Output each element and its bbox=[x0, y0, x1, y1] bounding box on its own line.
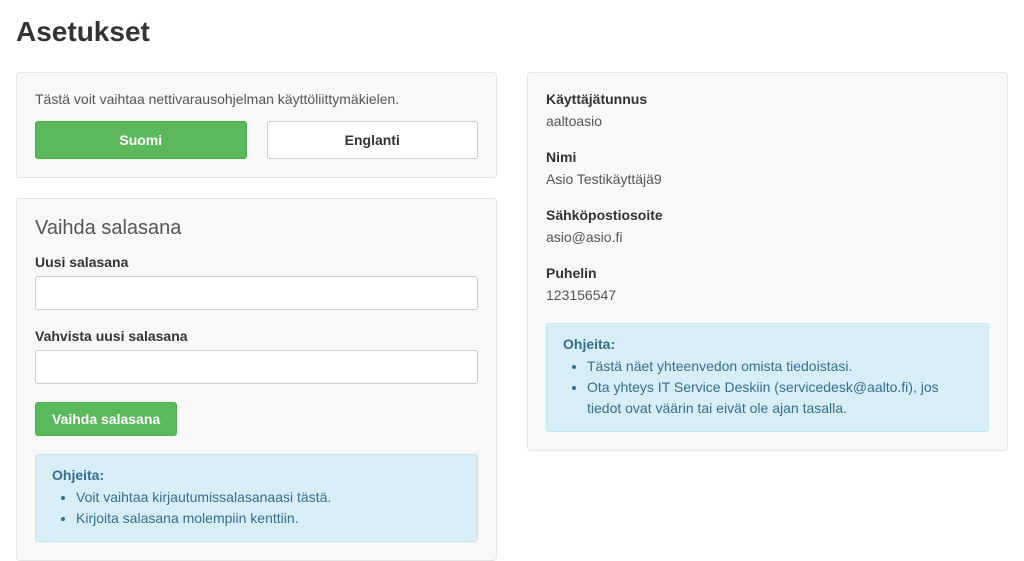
page-title: Asetukset bbox=[16, 16, 1008, 48]
username-value: aaltoasio bbox=[546, 113, 989, 129]
password-help-item: Voit vaihtaa kirjautumissalasanaasi täst… bbox=[76, 487, 461, 508]
language-description: Tästä voit vaihtaa nettivarausohjelman k… bbox=[35, 91, 478, 107]
new-password-label: Uusi salasana bbox=[35, 254, 478, 270]
phone-value: 123156547 bbox=[546, 287, 989, 303]
email-value: asio@asio.fi bbox=[546, 229, 989, 245]
password-help-item: Kirjoita salasana molempiin kenttiin. bbox=[76, 508, 461, 529]
password-help-title: Ohjeita: bbox=[52, 467, 461, 483]
password-help-box: Ohjeita: Voit vaihtaa kirjautumissalasan… bbox=[35, 454, 478, 542]
phone-label: Puhelin bbox=[546, 265, 989, 281]
user-help-item: Tästä näet yhteenvedon omista tiedoistas… bbox=[587, 356, 972, 377]
user-help-item: Ota yhteys IT Service Deskiin (servicede… bbox=[587, 377, 972, 419]
language-fi-button[interactable]: Suomi bbox=[35, 121, 247, 159]
email-label: Sähköpostiosoite bbox=[546, 207, 989, 223]
language-en-button[interactable]: Englanti bbox=[267, 121, 479, 159]
name-value: Asio Testikäyttäjä9 bbox=[546, 171, 989, 187]
name-label: Nimi bbox=[546, 149, 989, 165]
user-help-title: Ohjeita: bbox=[563, 336, 972, 352]
username-label: Käyttäjätunnus bbox=[546, 91, 989, 107]
new-password-input[interactable] bbox=[35, 276, 478, 310]
password-panel-heading: Vaihda salasana bbox=[35, 217, 478, 240]
user-help-box: Ohjeita: Tästä näet yhteenvedon omista t… bbox=[546, 323, 989, 432]
language-panel: Tästä voit vaihtaa nettivarausohjelman k… bbox=[16, 72, 497, 178]
change-password-button[interactable]: Vaihda salasana bbox=[35, 402, 177, 436]
password-panel: Vaihda salasana Uusi salasana Vahvista u… bbox=[16, 198, 497, 561]
confirm-password-label: Vahvista uusi salasana bbox=[35, 328, 478, 344]
user-info-panel: Käyttäjätunnus aaltoasio Nimi Asio Testi… bbox=[527, 72, 1008, 451]
confirm-password-input[interactable] bbox=[35, 350, 478, 384]
